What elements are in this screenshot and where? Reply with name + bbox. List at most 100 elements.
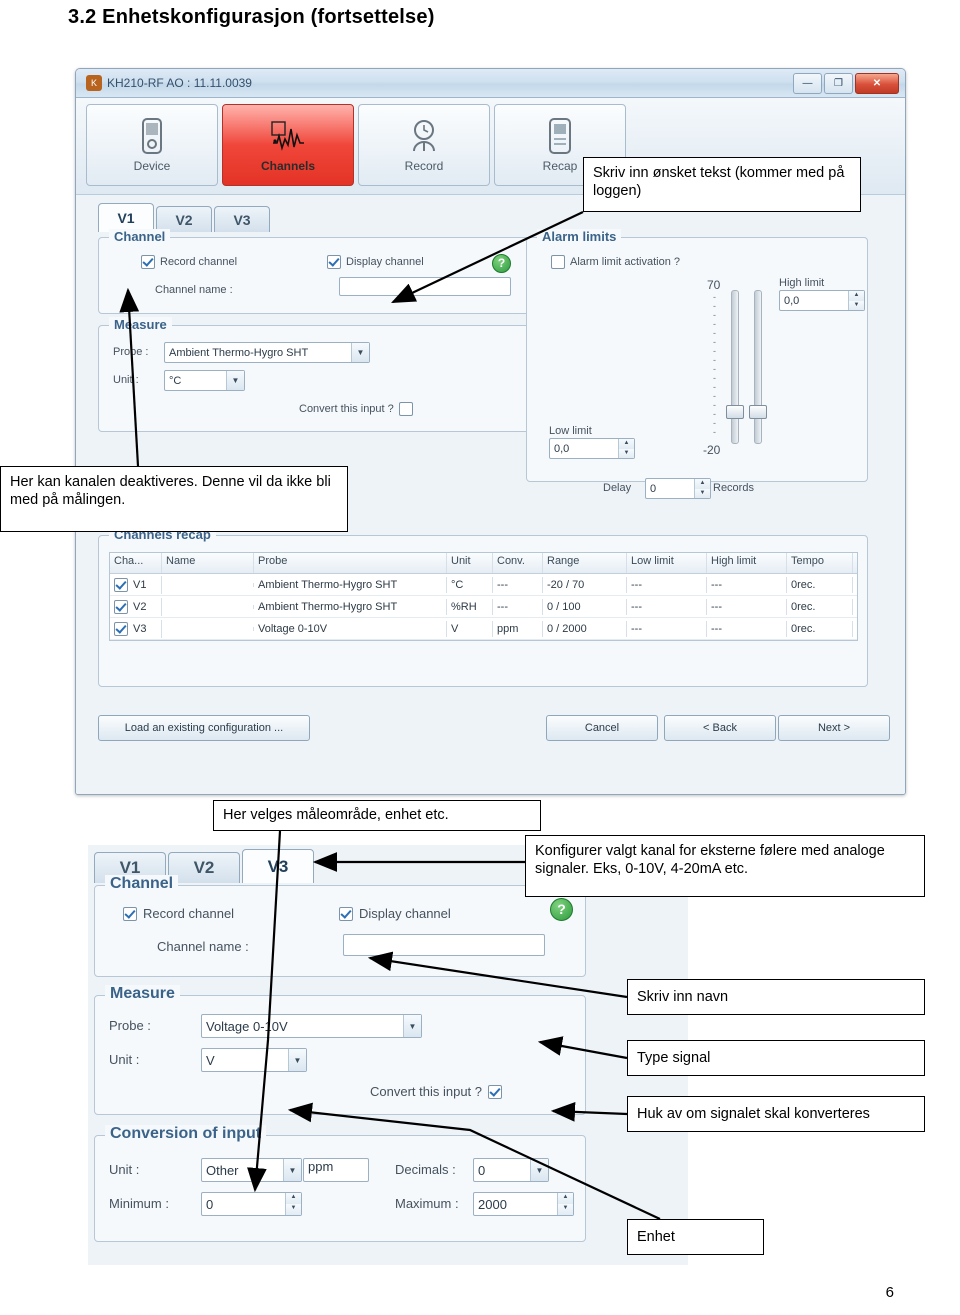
conv-unit-select[interactable]: Other ▼: [201, 1158, 302, 1182]
minimum-input[interactable]: 0 ▲ ▼: [201, 1192, 302, 1216]
load-configuration-button[interactable]: Load an existing configuration ...: [98, 715, 310, 741]
alarm-scale-bottom: -20: [703, 443, 721, 457]
tab-v3[interactable]: V3: [214, 206, 270, 232]
help-icon[interactable]: ?: [492, 254, 511, 273]
table-row[interactable]: V3 Voltage 0-10V V ppm 0 / 2000 --- --- …: [110, 618, 857, 640]
channels-recap-group: Channels recap Cha... Name Probe Unit Co…: [98, 527, 868, 687]
unit-2-select[interactable]: V ▼: [201, 1048, 307, 1072]
recap-table: Cha... Name Probe Unit Conv. Range Low l…: [109, 552, 858, 641]
toolbar-button-channels[interactable]: Channels: [222, 104, 354, 186]
chevron-down-icon: ▼: [226, 371, 244, 390]
table-row[interactable]: V1 Ambient Thermo-Hygro SHT °C --- -20 /…: [110, 574, 857, 596]
unit-label: Unit :: [113, 374, 139, 386]
channel-name-input[interactable]: [339, 277, 511, 296]
display-channel-label: Display channel: [346, 256, 424, 268]
recap-cell-tempo: 0rec.: [787, 598, 853, 615]
delay-suffix: Records: [713, 482, 754, 494]
recap-col-name: Name: [162, 553, 254, 573]
recap-cell-tempo: 0rec.: [787, 576, 853, 593]
tab-v1[interactable]: V1: [98, 203, 154, 232]
recap-cell-name: [162, 604, 254, 609]
record-channel-2-checkbox[interactable]: [123, 906, 137, 921]
probe-select[interactable]: Ambient Thermo-Hygro SHT ▼: [164, 342, 370, 363]
low-limit-value: 0,0: [554, 442, 570, 455]
tab2-v2[interactable]: V2: [168, 852, 240, 883]
maximum-stepper[interactable]: ▲ ▼: [557, 1193, 573, 1215]
delay-input[interactable]: 0 ▲ ▼: [645, 478, 711, 499]
recap-cell-channel: V2: [133, 600, 147, 613]
cancel-button[interactable]: Cancel: [546, 715, 658, 741]
high-limit-label: High limit: [779, 277, 825, 289]
measure-group-legend: Measure: [109, 317, 172, 332]
callout-unit: Enhet: [627, 1219, 764, 1255]
display-channel-2-label: Display channel: [359, 906, 451, 921]
alarm-slider-track-low: [731, 290, 739, 444]
recap-row-checkbox[interactable]: [114, 577, 128, 592]
record-channel-label: Record channel: [160, 256, 238, 268]
channel-name-2-input[interactable]: [343, 934, 545, 956]
help-icon-2[interactable]: ?: [550, 898, 573, 921]
recap-icon: [543, 117, 577, 155]
alarm-scale-ticks: ----------------: [713, 292, 716, 437]
low-limit-input[interactable]: 0,0 ▲ ▼: [549, 438, 635, 459]
record-channel-2-label: Record channel: [143, 906, 235, 921]
channel-name-label: Channel name :: [155, 284, 233, 296]
minimum-stepper[interactable]: ▲ ▼: [285, 1193, 301, 1215]
conv-unit-value: Other: [206, 1162, 239, 1178]
toolbar-label-recap: Recap: [542, 159, 578, 173]
display-channel-checkbox[interactable]: [327, 255, 341, 269]
recap-cell-low: ---: [627, 620, 707, 637]
convert-input-checkbox[interactable]: [398, 402, 413, 416]
high-limit-stepper[interactable]: ▲ ▼: [848, 291, 864, 310]
recap-table-header: Cha... Name Probe Unit Conv. Range Low l…: [110, 553, 857, 574]
alarm-slider-thumb-high[interactable]: [749, 405, 767, 419]
toolbar-button-device[interactable]: Device: [86, 104, 218, 186]
conv-unit-label: Unit :: [109, 1162, 140, 1177]
low-limit-label: Low limit: [549, 425, 592, 437]
recap-cell-unit: °C: [447, 576, 493, 593]
alarm-activation-checkbox[interactable]: [551, 255, 565, 269]
close-button[interactable]: ✕: [855, 72, 899, 94]
recap-cell-range: 0 / 2000: [543, 620, 627, 637]
next-button[interactable]: Next >: [778, 715, 890, 741]
convert-input-2-checkbox[interactable]: [488, 1084, 503, 1099]
recap-cell-range: 0 / 100: [543, 598, 627, 615]
channel-group: Channel Record channel Display channel C…: [98, 229, 540, 314]
display-channel-2-checkbox[interactable]: [339, 906, 353, 921]
record-channel-checkbox[interactable]: [141, 255, 155, 269]
channel-group-2-legend: Channel: [105, 875, 179, 893]
maximum-input[interactable]: 2000 ▲ ▼: [473, 1192, 574, 1216]
low-limit-stepper[interactable]: ▲ ▼: [618, 439, 634, 458]
recap-cell-high: ---: [707, 620, 787, 637]
alarm-slider-thumb-low[interactable]: [726, 405, 744, 419]
clock-icon: [407, 117, 441, 155]
page-title: 3.2 Enhetskonfigurasjon (fortsettelse): [68, 6, 435, 28]
measure-group-2-legend: Measure: [105, 985, 180, 1003]
recap-cell-channel: V3: [133, 622, 147, 635]
table-row[interactable]: V2 Ambient Thermo-Hygro SHT %RH --- 0 / …: [110, 596, 857, 618]
minimize-button[interactable]: —: [793, 72, 822, 94]
high-limit-input[interactable]: 0,0 ▲ ▼: [779, 290, 865, 311]
decimals-select[interactable]: 0 ▼: [473, 1158, 549, 1182]
callout-name: Skriv inn navn: [627, 979, 925, 1015]
recap-cell-low: ---: [627, 598, 707, 615]
callout-deactivate: Her kan kanalen deaktiveres. Denne vil d…: [0, 466, 348, 532]
chevron-down-icon: ▼: [288, 1049, 306, 1071]
recap-cell-conv: ppm: [493, 620, 543, 637]
recap-col-high: High limit: [707, 553, 787, 573]
decimals-label: Decimals :: [395, 1162, 456, 1177]
toolbar-button-record[interactable]: Record: [358, 104, 490, 186]
toolbar-label-device: Device: [133, 159, 171, 173]
back-button[interactable]: < Back: [664, 715, 776, 741]
recap-col-channel: Cha...: [110, 553, 162, 573]
recap-row-checkbox[interactable]: [114, 621, 128, 636]
probe-2-select[interactable]: Voltage 0-10V ▼: [201, 1014, 422, 1038]
maximize-button[interactable]: ❐: [824, 72, 853, 94]
conv-unit-suffix-input[interactable]: ppm: [303, 1158, 369, 1182]
unit-select[interactable]: °C ▼: [164, 370, 245, 391]
window-titlebar: K KH210-RF AO : 11.11.0039 — ❐ ✕: [76, 69, 905, 98]
recap-row-checkbox[interactable]: [114, 599, 128, 614]
delay-stepper[interactable]: ▲ ▼: [694, 479, 710, 498]
delay-label: Delay: [603, 482, 632, 494]
tab2-v3[interactable]: V3: [242, 849, 314, 883]
